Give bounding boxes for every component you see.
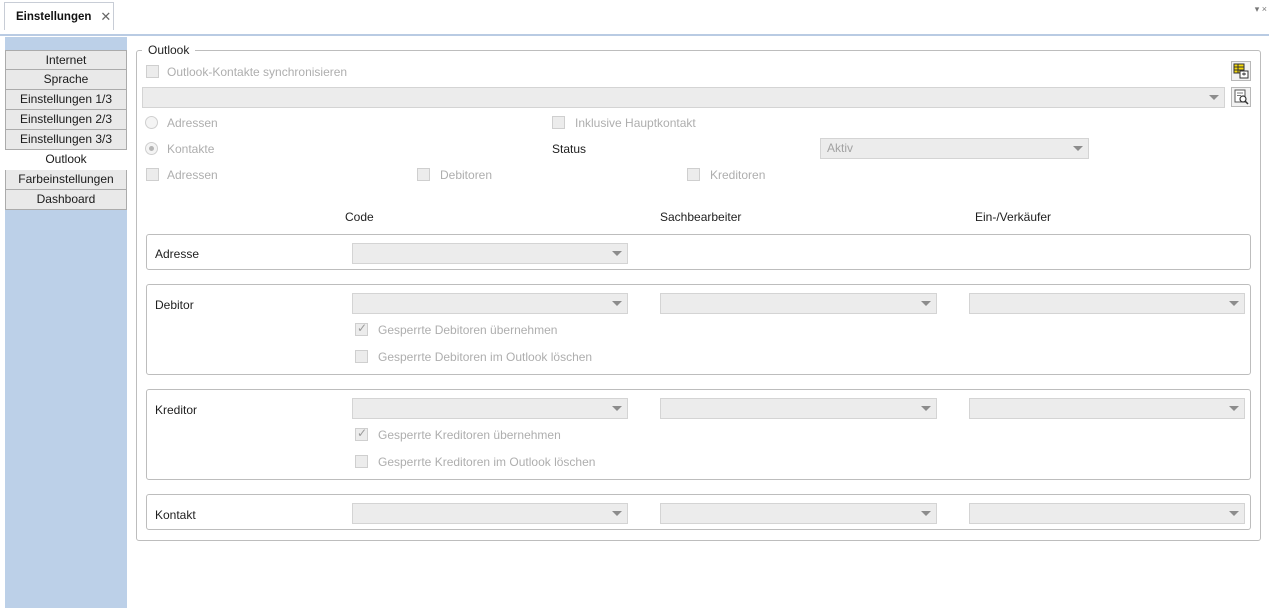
chevron-down-icon [610, 245, 624, 262]
gesperrte-debitoren-uebernehmen-checkbox[interactable] [355, 321, 368, 336]
inklusive-hauptkontakt-checkbox[interactable] [552, 116, 565, 129]
browse-search-icon[interactable] [1231, 87, 1251, 107]
sidebar-item-farbeinstellungen[interactable]: Farbeinstellungen [5, 170, 127, 190]
chevron-down-icon [919, 295, 933, 312]
tab-title: Einstellungen [16, 10, 92, 23]
settings-sidebar: Internet Sprache Einstellungen 1/3 Einst… [5, 37, 127, 608]
status-value: Aktiv [827, 141, 854, 155]
sidebar-item-einstellungen-2[interactable]: Einstellungen 2/3 [5, 110, 127, 130]
debitoren-checkbox-label: Debitoren [440, 168, 493, 182]
column-header-code: Code [345, 210, 374, 224]
settings-nav-list: Internet Sprache Einstellungen 1/3 Einst… [5, 50, 127, 210]
gesperrte-kreditoren-uebernehmen-checkbox[interactable] [355, 426, 368, 441]
chevron-down-icon [919, 505, 933, 522]
adressen-checkbox[interactable] [146, 168, 159, 181]
sidebar-item-dashboard[interactable]: Dashboard [5, 190, 127, 210]
kreditor-verkaeufer-select[interactable] [969, 398, 1245, 419]
debitor-label: Debitor [155, 298, 194, 312]
sidebar-item-einstellungen-1[interactable]: Einstellungen 1/3 [5, 90, 127, 110]
kreditoren-checkbox-label: Kreditoren [710, 168, 766, 182]
chevron-down-icon [1227, 400, 1241, 417]
adressen-checkbox-label: Adressen [167, 168, 218, 182]
status-label: Status [552, 142, 587, 156]
radio-kontakte[interactable] [145, 142, 158, 155]
chevron-down-icon [610, 505, 624, 522]
debitor-verkaeufer-select[interactable] [969, 293, 1245, 314]
radio-kontakte-label: Kontakte [167, 142, 215, 156]
debitor-sachbearbeiter-select[interactable] [660, 293, 937, 314]
sidebar-item-outlook[interactable]: Outlook [5, 150, 127, 170]
sync-contacts-label: Outlook-Kontakte synchronisieren [167, 65, 348, 79]
sidebar-item-internet[interactable]: Internet [5, 50, 127, 70]
document-tab-strip: Einstellungen ✕ ▾ × [0, 0, 1269, 36]
kreditor-code-select[interactable] [352, 398, 628, 419]
column-header-sachbearbeiter: Sachbearbeiter [660, 210, 742, 224]
chevron-down-icon [1227, 505, 1241, 522]
adresse-label: Adresse [155, 247, 200, 261]
kreditoren-checkbox[interactable] [687, 168, 700, 181]
gesperrte-kreditoren-loeschen-label: Gesperrte Kreditoren im Outlook löschen [378, 455, 596, 469]
kontakt-verkaeufer-select[interactable] [969, 503, 1245, 524]
inklusive-hauptkontakt-label: Inklusive Hauptkontakt [575, 116, 696, 130]
gesperrte-debitoren-loeschen-checkbox[interactable] [355, 350, 368, 363]
kontakt-code-select[interactable] [352, 503, 628, 524]
sidebar-item-sprache[interactable]: Sprache [5, 70, 127, 90]
adresse-group [146, 234, 1251, 270]
chevron-down-icon [610, 295, 624, 312]
kontakt-label: Kontakt [155, 508, 196, 522]
radio-adressen-label: Adressen [167, 116, 218, 130]
tab-einstellungen[interactable]: Einstellungen ✕ [4, 2, 114, 30]
column-header-verkaeufer: Ein-/Verkäufer [975, 210, 1052, 224]
table-sync-icon[interactable] [1231, 61, 1251, 81]
kreditor-sachbearbeiter-select[interactable] [660, 398, 937, 419]
sidebar-item-einstellungen-3[interactable]: Einstellungen 3/3 [5, 130, 127, 150]
gesperrte-kreditoren-uebernehmen-label: Gesperrte Kreditoren übernehmen [378, 428, 561, 442]
sync-contacts-checkbox[interactable] [146, 65, 159, 78]
adresse-code-select[interactable] [352, 243, 628, 264]
tab-menu-icon[interactable]: ▾ × [1255, 4, 1267, 15]
chevron-down-icon [610, 400, 624, 417]
gesperrte-debitoren-uebernehmen-label: Gesperrte Debitoren übernehmen [378, 323, 558, 337]
radio-adressen[interactable] [145, 116, 158, 129]
kontakt-sachbearbeiter-select[interactable] [660, 503, 937, 524]
chevron-down-icon [1071, 140, 1085, 157]
chevron-down-icon [1227, 295, 1241, 312]
debitoren-checkbox[interactable] [417, 168, 430, 181]
debitor-code-select[interactable] [352, 293, 628, 314]
chevron-down-icon [919, 400, 933, 417]
chevron-down-icon [1207, 89, 1221, 106]
status-select[interactable]: Aktiv [820, 138, 1089, 159]
gesperrte-kreditoren-loeschen-checkbox[interactable] [355, 455, 368, 468]
outlook-profile-select[interactable] [142, 87, 1225, 108]
outlook-group-legend: Outlook [142, 43, 196, 57]
gesperrte-debitoren-loeschen-label: Gesperrte Debitoren im Outlook löschen [378, 350, 593, 364]
close-icon[interactable]: ✕ [100, 10, 111, 23]
kreditor-label: Kreditor [155, 403, 198, 417]
